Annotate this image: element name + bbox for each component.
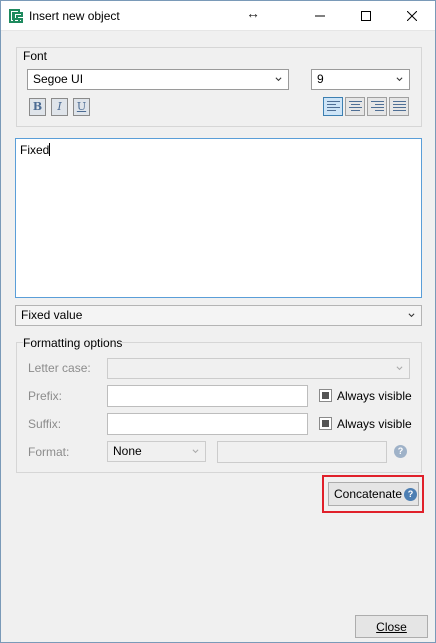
font-family-select[interactable]: Segoe UI: [27, 69, 289, 90]
letter-case-label: Letter case:: [28, 361, 91, 375]
value-source-value: Fixed value: [21, 308, 83, 322]
title-bar[interactable]: Insert new object ↔: [1, 1, 435, 31]
align-right-button[interactable]: [367, 97, 387, 116]
object-text-editor[interactable]: Fixed: [15, 138, 422, 298]
format-value: None: [113, 444, 142, 458]
close-window-button[interactable]: [389, 1, 435, 31]
align-center-icon: [349, 101, 362, 113]
concatenate-button[interactable]: Concatenate ?: [328, 482, 419, 506]
editor-text: Fixed: [20, 143, 50, 157]
value-source-select[interactable]: Fixed value: [15, 305, 422, 326]
prefix-always-visible-checkbox[interactable]: [319, 389, 332, 402]
maximize-icon: [361, 11, 371, 21]
window-title: Insert new object: [29, 9, 120, 23]
chevron-down-icon: [192, 449, 199, 454]
text-caret: [49, 143, 51, 156]
close-button[interactable]: Close: [355, 615, 428, 638]
suffix-input[interactable]: [107, 413, 308, 435]
font-group-label: Font: [23, 49, 48, 63]
close-icon: [407, 11, 417, 21]
font-size-value: 9: [317, 72, 324, 86]
suffix-label: Suffix:: [28, 417, 62, 431]
formatting-options-label: Formatting options: [23, 336, 123, 350]
align-right-icon: [371, 101, 384, 113]
format-custom-input[interactable]: [217, 441, 387, 463]
format-help-icon[interactable]: ?: [394, 445, 407, 458]
close-label: Close: [376, 620, 407, 634]
minimize-button[interactable]: [297, 1, 343, 31]
dialog-window: Insert new object ↔ Font Segoe UI 9 B I …: [0, 0, 436, 643]
suffix-always-visible-checkbox[interactable]: [319, 417, 332, 430]
align-justify-button[interactable]: [389, 97, 409, 116]
format-select[interactable]: None: [107, 441, 206, 462]
letter-case-select[interactable]: [107, 358, 410, 379]
app-logo-icon: [7, 7, 25, 25]
minimize-icon: [315, 15, 325, 17]
chevron-down-icon: [396, 366, 403, 371]
prefix-label: Prefix:: [28, 389, 63, 403]
underline-button[interactable]: U: [73, 98, 90, 116]
chevron-down-icon: [275, 77, 282, 82]
align-center-button[interactable]: [345, 97, 365, 116]
format-label: Format:: [28, 445, 70, 459]
suffix-always-visible-label: Always visible: [337, 417, 412, 431]
concatenate-help-icon: ?: [404, 488, 417, 501]
prefix-always-visible-label: Always visible: [337, 389, 412, 403]
concatenate-label: Concatenate: [334, 487, 403, 501]
align-left-icon: [327, 101, 340, 113]
align-left-button[interactable]: [323, 97, 343, 116]
chevron-down-icon: [396, 77, 403, 82]
maximize-button[interactable]: [343, 1, 389, 31]
prefix-input[interactable]: [107, 385, 308, 407]
font-family-value: Segoe UI: [33, 72, 84, 86]
italic-button[interactable]: I: [51, 98, 68, 116]
bold-button[interactable]: B: [29, 98, 46, 116]
resize-arrows-icon[interactable]: ↔: [246, 5, 260, 21]
chevron-down-icon: [408, 313, 415, 318]
align-justify-icon: [393, 101, 406, 113]
font-size-select[interactable]: 9: [311, 69, 410, 90]
